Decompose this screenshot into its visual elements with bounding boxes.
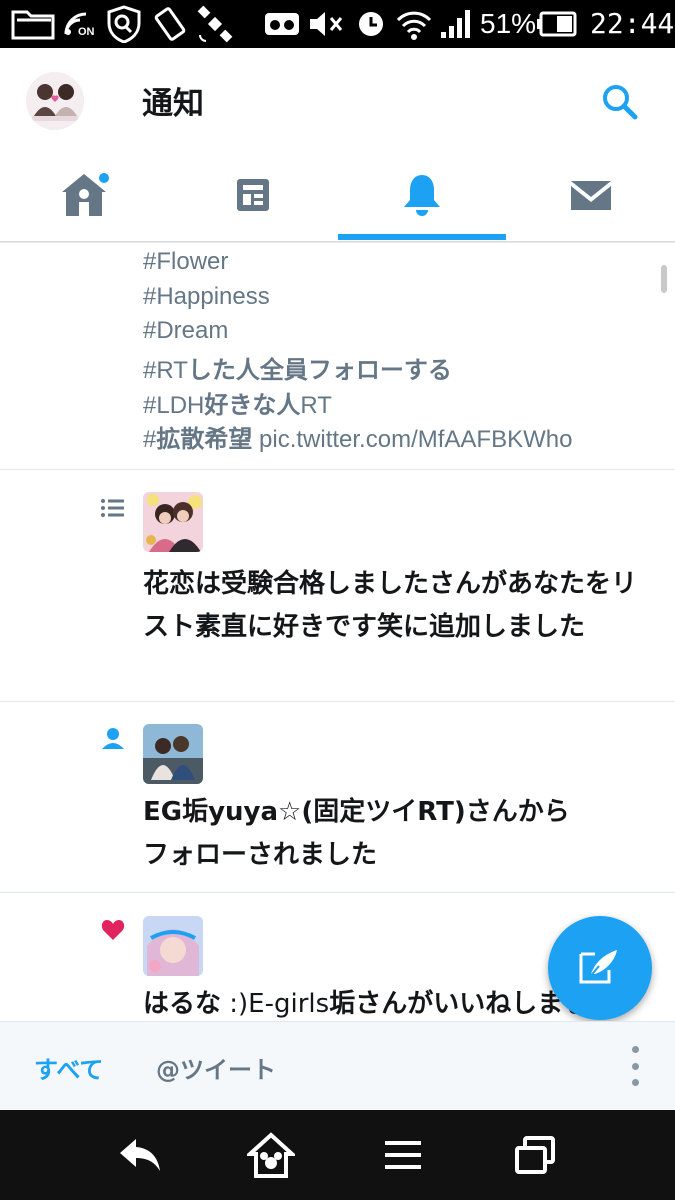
folder-icon	[10, 4, 56, 44]
tab-bar	[0, 148, 675, 242]
list-icon	[100, 495, 126, 521]
user-avatar[interactable]	[143, 492, 203, 552]
media-link: pic.twitter.com/MfAAFBKWho	[252, 426, 573, 453]
hashtag-line[interactable]: #Happiness	[143, 282, 270, 311]
tab-moments[interactable]	[169, 148, 337, 242]
home-icon	[247, 1132, 295, 1178]
alarm-clock-icon	[354, 4, 388, 44]
screen-rotate-icon	[150, 4, 190, 44]
battery-percent: 51%	[480, 8, 537, 39]
home-button[interactable]	[246, 1130, 296, 1180]
menu-icon	[385, 1141, 421, 1169]
compose-tweet-button[interactable]	[548, 916, 652, 1020]
notifications-filter-bar: すべて @ツイート	[0, 1021, 675, 1110]
battery-icon	[536, 4, 578, 44]
overflow-dot	[631, 1046, 639, 1053]
tab-notifications[interactable]	[338, 148, 506, 242]
back-icon	[120, 1139, 160, 1171]
notification-text-line: EG垢yuya☆(固定ツイRT)さんから	[143, 797, 570, 827]
notifications-feed[interactable]: #Flower #Happiness #Dream #RTした人全員フォローする…	[0, 243, 675, 1021]
hashtag-line[interactable]: #RTした人全員フォローする	[143, 350, 452, 385]
notification-text[interactable]: EG垢yuya☆(固定ツイRT)さんから フォローされました	[143, 791, 658, 877]
signal-icon	[438, 4, 472, 44]
user-avatar[interactable]	[143, 916, 203, 976]
shield-search-icon	[104, 4, 144, 44]
clock-time: 22:44	[590, 7, 675, 40]
notification-text-line: フォローされました	[143, 840, 378, 870]
person-icon	[100, 725, 126, 751]
hashtag-line[interactable]: #Flower	[143, 247, 228, 276]
filter-all-tab[interactable]: すべて	[34, 1050, 103, 1085]
wifi-icon	[394, 4, 434, 44]
nfc-on-label: ON	[78, 26, 95, 38]
hashtag-line[interactable]: #LDH好きな人RT	[143, 385, 332, 420]
divider	[0, 469, 675, 470]
hashtag-line[interactable]: #Dream	[143, 316, 228, 345]
overflow-dot	[631, 1079, 639, 1086]
more-options-button[interactable]	[622, 1046, 648, 1086]
filter-mentions-tab[interactable]: @ツイート	[156, 1050, 276, 1085]
user-avatar[interactable]	[26, 72, 84, 130]
notification-text[interactable]: 花恋は受験合格しましたさんがあなたをリスト素直に好きです笑に追加しました	[143, 563, 658, 649]
app-header: 通知	[0, 48, 675, 148]
moments-icon	[237, 179, 269, 211]
bell-icon	[404, 175, 440, 216]
search-button[interactable]	[598, 80, 642, 124]
scrollbar-thumb[interactable]	[661, 265, 667, 293]
search-icon	[603, 85, 638, 120]
active-tab-indicator	[338, 234, 506, 240]
satellite-icon	[194, 4, 236, 44]
recent-apps-button[interactable]	[510, 1130, 560, 1180]
compose-quill-icon	[579, 950, 617, 984]
overflow-dot	[631, 1062, 639, 1070]
heart-icon	[100, 917, 126, 943]
hashtag-line[interactable]: #拡散希望 pic.twitter.com/MfAAFBKWho	[143, 419, 572, 454]
system-navigation-bar	[0, 1110, 675, 1200]
recent-apps-icon	[515, 1136, 555, 1174]
mute-icon	[306, 4, 346, 44]
envelope-icon	[571, 181, 611, 210]
tab-home[interactable]	[0, 148, 168, 242]
menu-button[interactable]	[378, 1130, 428, 1180]
divider	[0, 892, 675, 893]
back-button[interactable]	[116, 1130, 166, 1180]
page-title: 通知	[142, 86, 204, 122]
tab-messages[interactable]	[507, 148, 675, 242]
home-icon	[62, 173, 109, 216]
home-badge-dot	[99, 173, 109, 183]
user-avatar[interactable]	[143, 724, 203, 784]
nfc-on-icon: ON	[60, 4, 100, 44]
divider	[0, 701, 675, 702]
vr-headset-icon	[262, 4, 302, 44]
status-bar: ON 51% 22:44	[0, 0, 675, 48]
